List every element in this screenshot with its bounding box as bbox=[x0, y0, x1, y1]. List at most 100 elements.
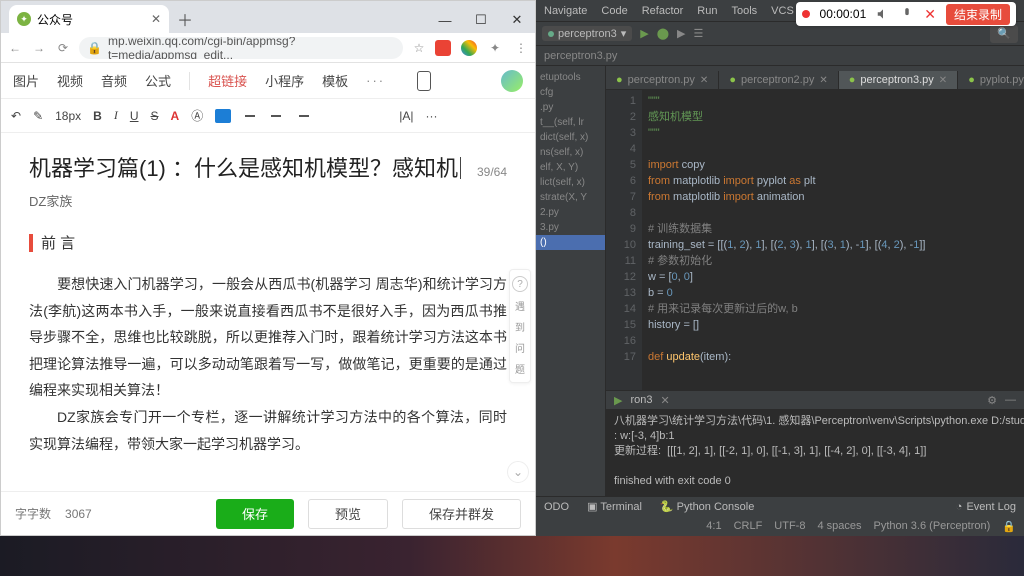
interpreter[interactable]: Python 3.6 (Perceptron) bbox=[874, 520, 991, 532]
structure-item[interactable]: etuptools bbox=[536, 70, 605, 85]
maximize-button[interactable]: ☐ bbox=[463, 7, 499, 33]
insert-template[interactable]: 模板 bbox=[322, 71, 348, 90]
help-sidebar[interactable]: ? 遇 到 问 题 bbox=[509, 269, 531, 383]
menu-tools[interactable]: Tools bbox=[731, 5, 757, 17]
encoding[interactable]: UTF-8 bbox=[774, 520, 805, 532]
address-bar[interactable]: 🔒 mp.weixin.qq.com/cgi-bin/appmsg?t=medi… bbox=[79, 37, 403, 59]
todo-tool[interactable]: ODO bbox=[544, 501, 569, 513]
line-sep[interactable]: CRLF bbox=[734, 520, 763, 532]
insert-miniprog[interactable]: 小程序 bbox=[265, 71, 304, 90]
run-button[interactable]: ▶ bbox=[640, 27, 648, 40]
back-button[interactable]: ← bbox=[7, 41, 23, 55]
menu-vcs[interactable]: VCS bbox=[771, 5, 794, 17]
structure-item[interactable]: lict(self, x) bbox=[536, 175, 605, 190]
star-icon[interactable]: ☆ bbox=[411, 41, 427, 55]
file-tab[interactable]: ●pyplot.py✕ bbox=[958, 71, 1024, 89]
code-editor[interactable]: 1234567891011121314151617 """ 感知机模型 """ … bbox=[606, 90, 1024, 390]
rerun-button[interactable]: ▶ bbox=[614, 394, 622, 407]
more-format[interactable]: ··· bbox=[425, 109, 437, 123]
tab-close-icon[interactable]: ✕ bbox=[151, 12, 161, 26]
align-center-button[interactable] bbox=[269, 110, 283, 122]
clear-format-button[interactable]: Ⓐ bbox=[191, 107, 203, 124]
structure-item[interactable]: 2.py bbox=[536, 205, 605, 220]
structure-item[interactable]: dict(self, x) bbox=[536, 130, 605, 145]
structure-item[interactable]: () bbox=[536, 235, 605, 250]
event-log-tool[interactable]: ◔ Event Log bbox=[956, 501, 1016, 513]
close-icon[interactable]: ✕ bbox=[924, 6, 936, 23]
new-tab-button[interactable]: ＋ bbox=[173, 7, 197, 31]
more-insert[interactable]: ··· bbox=[366, 73, 385, 88]
run-config-selector[interactable]: perceptron3 ▾ bbox=[542, 26, 632, 41]
ext-1[interactable] bbox=[435, 40, 451, 56]
tab-close-icon[interactable]: ✕ bbox=[700, 75, 708, 86]
menu-run[interactable]: Run bbox=[697, 5, 717, 17]
list-button[interactable] bbox=[373, 110, 387, 122]
align-right-button[interactable] bbox=[295, 110, 309, 122]
run-tab-label[interactable]: ron3 bbox=[630, 394, 652, 406]
structure-panel[interactable]: etuptoolscfg.pyt__(self, lrdict(self, x)… bbox=[536, 66, 606, 496]
menu-navigate[interactable]: Navigate bbox=[544, 5, 587, 17]
caret-pos[interactable]: 4:1 bbox=[706, 520, 721, 532]
text-color-button[interactable]: A bbox=[171, 109, 180, 123]
article-author[interactable]: DZ家族 bbox=[29, 191, 507, 210]
menu-code[interactable]: Code bbox=[601, 5, 627, 17]
insert-image[interactable]: 图片 bbox=[13, 71, 39, 90]
menu-refactor[interactable]: Refactor bbox=[642, 5, 684, 17]
mic-icon[interactable] bbox=[900, 7, 914, 21]
structure-item[interactable]: t__(self, lr bbox=[536, 115, 605, 130]
gear-icon[interactable]: ⚙ bbox=[987, 394, 997, 407]
file-tab[interactable]: ●perceptron3.py✕ bbox=[839, 71, 958, 89]
insert-link[interactable]: 超链接 bbox=[208, 71, 247, 90]
line-height-button[interactable]: |A| bbox=[399, 109, 413, 123]
run-console[interactable]: 八机器学习\统计学习方法\代码\1. 感知器\Perceptron\venv\S… bbox=[606, 410, 1024, 496]
format-brush[interactable]: ✎ bbox=[33, 109, 43, 123]
structure-item[interactable]: elf, X, Y) bbox=[536, 160, 605, 175]
stop-record-button[interactable]: 结束录制 bbox=[946, 4, 1010, 25]
stop-button[interactable]: ▶ bbox=[677, 27, 685, 40]
strike-button[interactable]: S bbox=[151, 109, 159, 123]
structure-item[interactable]: strate(X, Y bbox=[536, 190, 605, 205]
preview-button[interactable]: 预览 bbox=[308, 499, 388, 529]
forward-button[interactable]: → bbox=[31, 41, 47, 55]
ext-2[interactable] bbox=[461, 40, 477, 56]
minimize-button[interactable]: — bbox=[427, 7, 463, 33]
close-button[interactable]: ✕ bbox=[499, 7, 535, 33]
structure-item[interactable]: ns(self, x) bbox=[536, 145, 605, 160]
insert-video[interactable]: 视频 bbox=[57, 71, 83, 90]
tab-close-icon[interactable]: ✕ bbox=[939, 75, 947, 86]
code-lines[interactable]: """ 感知机模型 """ import copy from matplotli… bbox=[642, 90, 1024, 390]
scroll-down-button[interactable]: ⌄ bbox=[507, 461, 529, 483]
run-close-icon[interactable]: ✕ bbox=[661, 394, 670, 407]
indent-button[interactable] bbox=[347, 110, 361, 122]
document-body[interactable]: 机器学习篇(1) ：什么是感知机模型？感知机 39/64 DZ家族 前 言 要想… bbox=[1, 133, 535, 491]
save-button[interactable]: 保存 bbox=[216, 499, 294, 529]
search-button[interactable]: 🔍 bbox=[990, 25, 1018, 43]
avatar[interactable] bbox=[501, 70, 523, 92]
python-console-tool[interactable]: 🐍 Python Console bbox=[660, 500, 754, 513]
insert-audio[interactable]: 音频 bbox=[101, 71, 127, 90]
align-justify-button[interactable] bbox=[321, 110, 335, 122]
more-run-button[interactable]: ☰ bbox=[694, 27, 704, 40]
font-size[interactable]: 18px bbox=[55, 109, 81, 123]
speaker-icon[interactable] bbox=[876, 7, 890, 21]
reload-button[interactable]: ⟳ bbox=[55, 41, 71, 55]
menu-icon[interactable]: ⋮ bbox=[513, 41, 529, 55]
indent[interactable]: 4 spaces bbox=[817, 520, 861, 532]
undo-button[interactable]: ↶ bbox=[11, 109, 21, 123]
highlight-button[interactable] bbox=[215, 109, 231, 123]
italic-button[interactable]: I bbox=[114, 108, 118, 123]
preview-phone-icon[interactable] bbox=[417, 71, 431, 91]
structure-item[interactable]: .py bbox=[536, 100, 605, 115]
help-icon[interactable]: ? bbox=[512, 276, 528, 292]
article-title[interactable]: 机器学习篇(1) ：什么是感知机模型？感知机 bbox=[29, 151, 458, 183]
minimize-panel-icon[interactable]: — bbox=[1005, 394, 1016, 406]
structure-item[interactable]: 3.py bbox=[536, 220, 605, 235]
structure-item[interactable]: cfg bbox=[536, 85, 605, 100]
insert-formula[interactable]: 公式 bbox=[145, 71, 171, 90]
underline-button[interactable]: U bbox=[130, 109, 139, 123]
debug-button[interactable]: ⬤ bbox=[657, 27, 669, 40]
bold-button[interactable]: B bbox=[93, 109, 102, 123]
file-tab[interactable]: ●perceptron2.py✕ bbox=[719, 71, 838, 89]
terminal-tool[interactable]: ▣ Terminal bbox=[587, 500, 642, 513]
paragraph-1[interactable]: 要想快速入门机器学习，一般会从西瓜书(机器学习 周志华)和统计学习方法(李航)这… bbox=[29, 271, 507, 457]
